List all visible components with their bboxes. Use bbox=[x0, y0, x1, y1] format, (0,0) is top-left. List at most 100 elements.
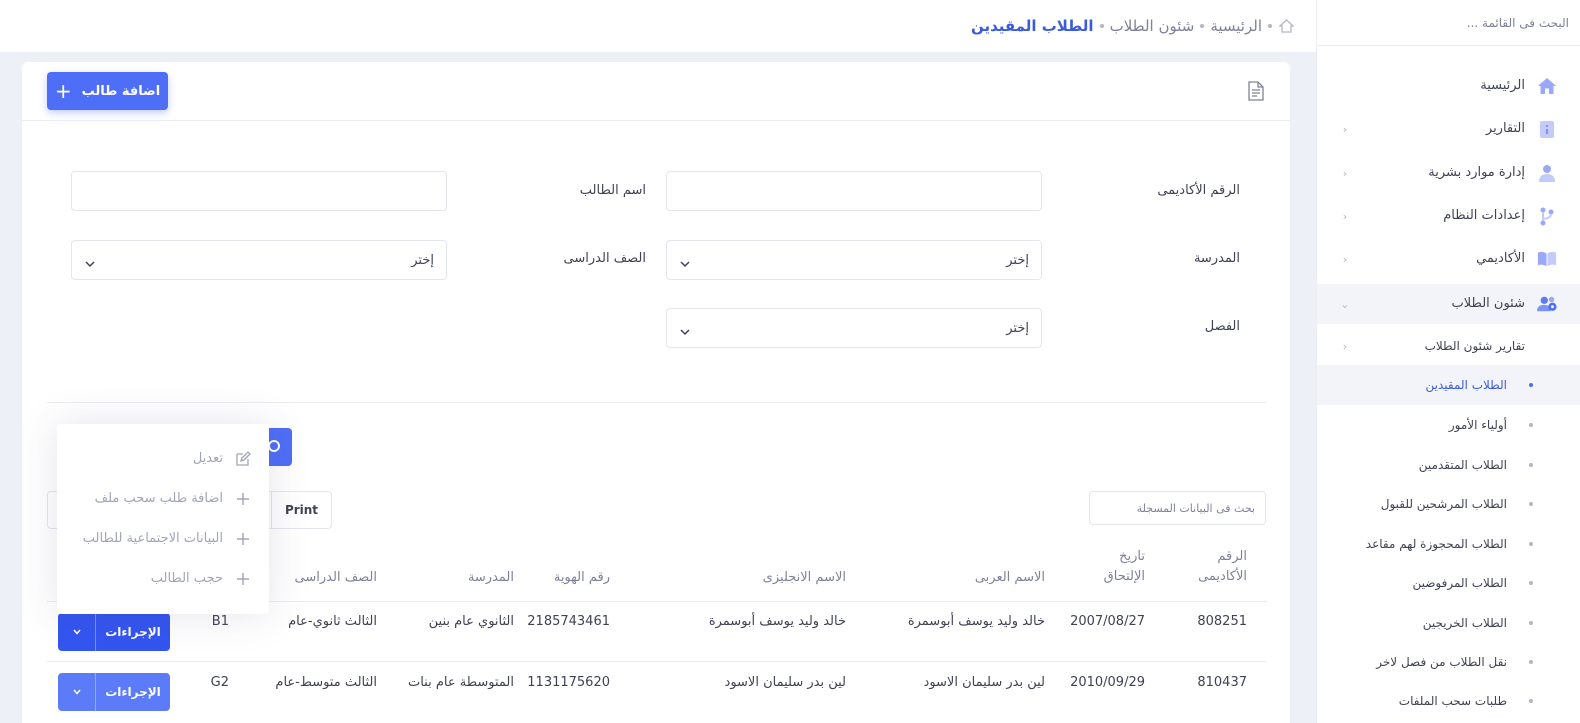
sidebar-subitem-transfer[interactable]: نقل الطلاب من فصل لاخر bbox=[1317, 642, 1580, 682]
sidebar-subitem-enrolled-students[interactable]: الطلاب المقيدين bbox=[1317, 365, 1580, 405]
document-icon bbox=[1248, 81, 1266, 101]
sidebar-subitem-label: طلبات سحب الملفات bbox=[1398, 694, 1507, 708]
chevron-right-icon: › bbox=[1342, 252, 1348, 266]
class-label: الفصل bbox=[1204, 319, 1240, 334]
th-id-no[interactable]: رقم الهوية bbox=[554, 568, 610, 588]
sidebar-subitem-label: الطلاب الخريجين bbox=[1422, 616, 1507, 630]
dropdown-item-label: تعديل bbox=[192, 451, 223, 466]
report-icon bbox=[1537, 119, 1557, 139]
chevron-down-icon[interactable] bbox=[58, 673, 96, 711]
cell-arabic-name: لين بدر سليمان الاسود bbox=[923, 675, 1045, 690]
breadcrumb-separator bbox=[1200, 24, 1205, 28]
school-label: المدرسة bbox=[1193, 251, 1240, 266]
student-name-label: اسم الطالب bbox=[579, 183, 646, 198]
actions-button[interactable]: الإجراءات bbox=[58, 673, 170, 711]
cell-english-name: لين بدر سليمان الاسود bbox=[724, 675, 846, 690]
add-student-button[interactable]: اضافة طالب + bbox=[47, 72, 168, 110]
th-join-date[interactable]: تاريخ الإلتحاق bbox=[1104, 547, 1145, 587]
sidebar-item-system-settings[interactable]: إعدادات النظام › bbox=[1317, 196, 1580, 236]
sidebar-item-label: إدارة موارد بشرية bbox=[1428, 165, 1525, 180]
dropdown-item-edit[interactable]: تعديل bbox=[57, 439, 269, 479]
sidebar-subitem-reserved-seats[interactable]: الطلاب المحجوزة لهم مقاعد bbox=[1317, 524, 1580, 564]
sidebar-subitem-guardians[interactable]: أولياء الأمور bbox=[1317, 405, 1580, 445]
breadcrumb-home[interactable]: الرئيسية bbox=[1210, 17, 1262, 35]
th-arabic-name[interactable]: الاسم العربى bbox=[975, 568, 1045, 588]
sidebar-item-hr[interactable]: إدارة موارد بشرية › bbox=[1317, 153, 1580, 193]
breadcrumb-current: الطلاب المقيدين bbox=[970, 17, 1094, 35]
main-card: اضافة طالب + الرقم الأكاديمى اسم الطالب … bbox=[22, 62, 1290, 723]
sidebar-subitem-label: تقارير شئون الطلاب bbox=[1424, 339, 1525, 353]
sidebar-item-academic[interactable]: الأكاديمي › bbox=[1317, 239, 1580, 279]
th-grade[interactable]: الصف الدراسى bbox=[295, 568, 377, 588]
bullet-icon bbox=[1529, 621, 1533, 625]
sidebar-subitem-label: أولياء الأمور bbox=[1448, 418, 1507, 432]
actions-label: الإجراءات bbox=[105, 685, 161, 699]
user-icon bbox=[1537, 163, 1557, 183]
plus-icon: + bbox=[54, 79, 72, 103]
dropdown-item-file-withdrawal[interactable]: اضافة طلب سحب ملف bbox=[57, 479, 269, 519]
sidebar-subitem-rejected[interactable]: الطلاب المرفوضين bbox=[1317, 563, 1580, 603]
academic-no-input[interactable] bbox=[666, 171, 1042, 211]
bullet-icon bbox=[1529, 542, 1533, 546]
search-icon bbox=[268, 440, 280, 452]
sidebar-search-input[interactable] bbox=[1317, 0, 1580, 45]
grade-select[interactable]: إختر bbox=[71, 240, 447, 280]
cell-grade: الثالث ثانوي-عام bbox=[288, 614, 377, 629]
bullet-icon bbox=[1529, 699, 1533, 703]
sidebar-item-label: التقارير bbox=[1485, 121, 1525, 136]
table-row-line bbox=[47, 661, 1267, 662]
cell-section: G2 bbox=[210, 675, 229, 690]
th-english-name[interactable]: الاسم الانجليزى bbox=[763, 568, 846, 588]
school-select-value: إختر bbox=[1006, 253, 1029, 268]
print-button[interactable]: Print bbox=[271, 491, 332, 529]
plus-icon bbox=[235, 571, 251, 587]
sidebar-subitem-label: نقل الطلاب من فصل لاخر bbox=[1376, 655, 1507, 669]
sidebar: الرئيسية التقارير › إدارة موارد بشرية › … bbox=[1316, 0, 1580, 723]
cell-academic-no: 808251 bbox=[1197, 614, 1247, 629]
sidebar-subitem-label: الطلاب المحجوزة لهم مقاعد bbox=[1365, 537, 1507, 551]
sidebar-subitem-graduates[interactable]: الطلاب الخريجين bbox=[1317, 603, 1580, 643]
cell-arabic-name: خالد وليد يوسف أبوسمرة bbox=[907, 614, 1045, 629]
breadcrumb-section[interactable]: شئون الطلاب bbox=[1110, 17, 1195, 35]
add-student-label: اضافة طالب bbox=[81, 83, 161, 99]
bullet-icon bbox=[1529, 502, 1533, 506]
dropdown-item-social-data[interactable]: البيانات الاجتماعية للطالب bbox=[57, 519, 269, 559]
student-name-input[interactable] bbox=[71, 171, 447, 211]
sidebar-subitem-file-withdrawal[interactable]: طلبات سحب الملفات bbox=[1317, 681, 1580, 721]
sidebar-item-label: الرئيسية bbox=[1480, 78, 1525, 93]
th-school[interactable]: المدرسة bbox=[468, 568, 514, 588]
sidebar-item-student-affairs[interactable]: شئون الطلاب ⌄ bbox=[1317, 284, 1580, 324]
grade-label: الصف الدراسى bbox=[563, 251, 646, 266]
th-academic-no[interactable]: الرقم الأكاديمى bbox=[1198, 547, 1247, 587]
cell-school: الثانوي عام بنين bbox=[428, 614, 514, 629]
actions-button[interactable]: الإجراءات bbox=[58, 613, 170, 651]
cell-grade: الثالث متوسط-عام bbox=[275, 675, 377, 690]
sidebar-item-reports[interactable]: التقارير › bbox=[1317, 109, 1580, 149]
cell-id-no: 2185743461 bbox=[527, 614, 610, 629]
cell-id-no: 1131175620 bbox=[527, 675, 610, 690]
breadcrumb: الرئيسية شئون الطلاب الطلاب المقيدين bbox=[971, 0, 1294, 52]
sidebar-subitem-nominated[interactable]: الطلاب المرشحين للقبول bbox=[1317, 484, 1580, 524]
chevron-down-icon: ⌄ bbox=[1340, 297, 1350, 311]
chevron-right-icon: › bbox=[1342, 209, 1348, 223]
chevron-right-icon: › bbox=[1342, 339, 1348, 353]
school-select[interactable]: إختر bbox=[666, 240, 1042, 280]
sidebar-subitem-student-reports[interactable]: تقارير شئون الطلاب › bbox=[1317, 326, 1580, 366]
cell-section: B1 bbox=[211, 614, 229, 629]
sidebar-subitem-label: الطلاب المرشحين للقبول bbox=[1380, 497, 1507, 511]
sidebar-subitem-applicants[interactable]: الطلاب المتقدمين bbox=[1317, 445, 1580, 485]
sidebar-subitem-label: الطلاب المرفوضين bbox=[1412, 576, 1507, 590]
cell-school: المتوسطة عام بنات bbox=[407, 675, 514, 690]
table-search-input[interactable] bbox=[1089, 491, 1266, 525]
bullet-icon bbox=[1529, 660, 1533, 664]
cell-join-date: 2007/08/27 bbox=[1070, 614, 1145, 629]
branch-icon bbox=[1537, 206, 1557, 226]
home-icon[interactable] bbox=[1278, 18, 1294, 34]
sidebar-subitem-label: الطلاب المتقدمين bbox=[1418, 458, 1507, 472]
sidebar-item-home[interactable]: الرئيسية bbox=[1317, 66, 1580, 106]
chevron-down-icon[interactable] bbox=[58, 613, 96, 651]
dropdown-item-block-student[interactable]: حجب الطالب bbox=[57, 559, 269, 599]
actions-label: الإجراءات bbox=[105, 625, 161, 639]
class-select[interactable]: إختر bbox=[666, 308, 1042, 348]
card-header: اضافة طالب + bbox=[22, 62, 1290, 121]
